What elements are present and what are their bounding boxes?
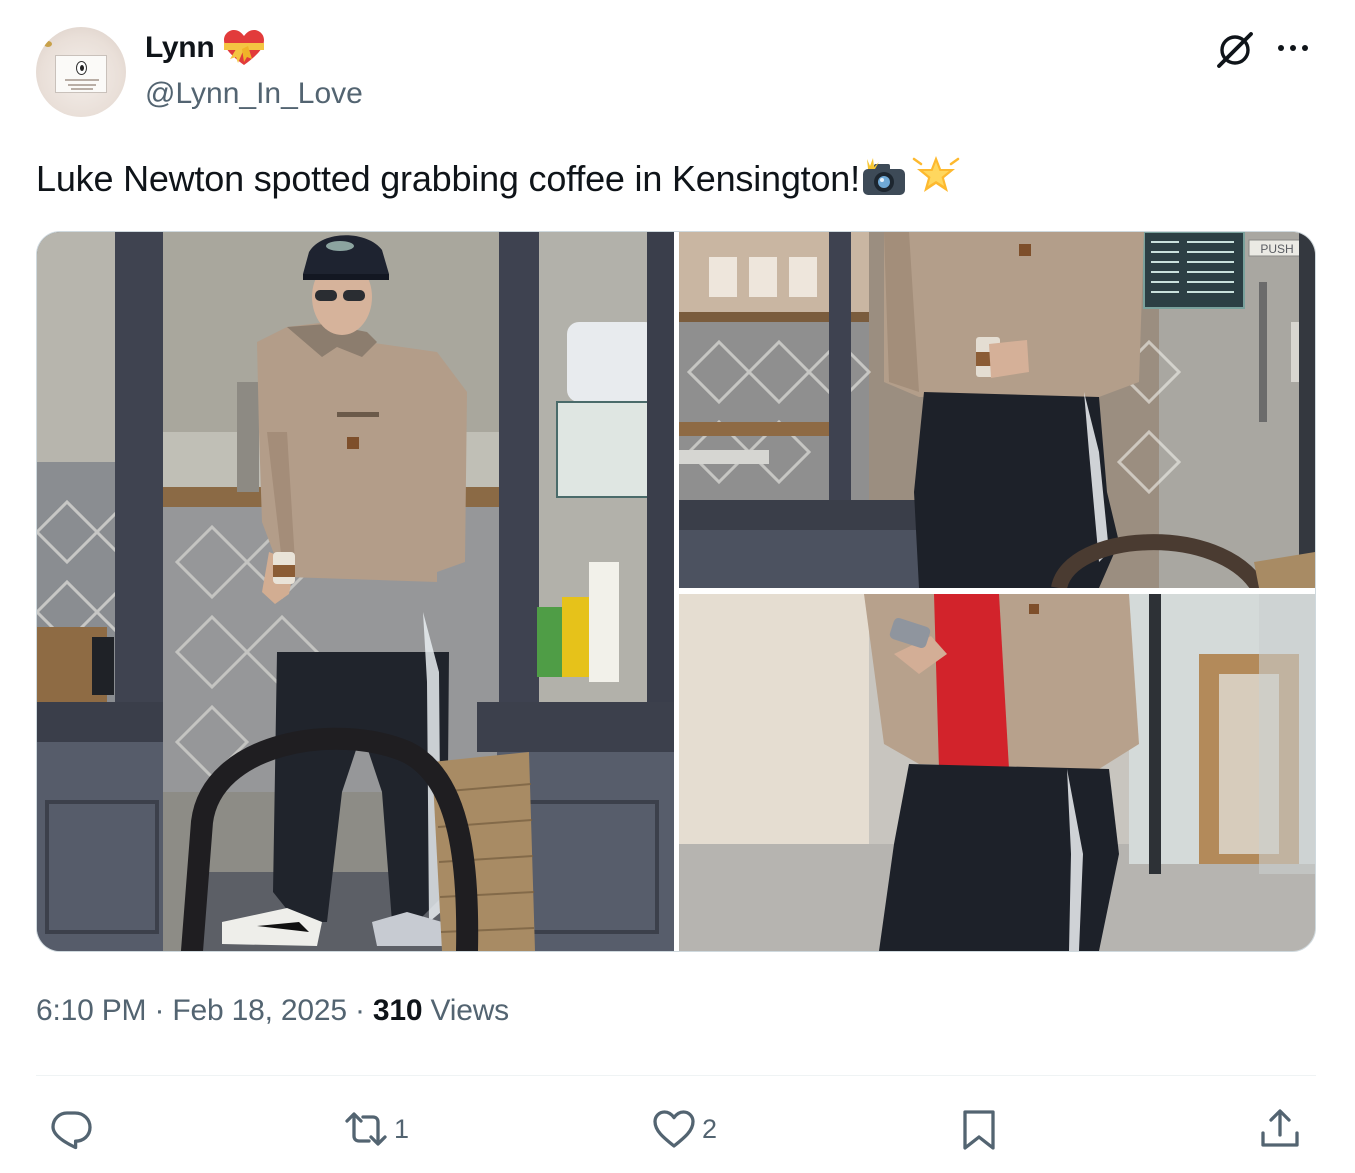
share-button[interactable] [1258,1104,1302,1154]
more-options-icon[interactable] [1278,45,1312,55]
tweet-text: Luke Newton spotted grabbing coffee in K… [36,153,960,202]
views-label: Views [430,994,509,1027]
like-count: 2 [702,1113,718,1144]
heart-with-ribbon-icon [224,30,264,65]
avatar[interactable] [36,27,126,117]
reply-icon [51,1111,92,1150]
tweet-date[interactable]: Feb 18, 2025 [172,994,347,1027]
user-handle[interactable]: @Lynn_In_Love [145,77,363,111]
avatar-card-image [55,55,107,93]
camera-with-flash-icon [862,158,905,195]
retweet-count: 1 [394,1113,410,1144]
bookmark-button[interactable] [957,1104,1001,1154]
reply-button[interactable] [49,1104,99,1154]
tweet-body: Luke Newton spotted grabbing coffee in K… [36,158,860,199]
bee-icon [44,41,52,47]
tweet-time[interactable]: 6:10 PM [36,994,147,1027]
like-button[interactable]: 2 [652,1104,717,1154]
glowing-star-icon [912,156,960,192]
push-sign: PUSH [1260,242,1293,256]
photo-man-leaving-cafe[interactable] [37,232,674,951]
views-count: 310 [372,994,423,1027]
divider [36,1075,1316,1076]
meta-separator: · [346,994,373,1027]
photo-man-holding-coffee-cup[interactable]: PUSH [679,232,1315,588]
share-icon [1261,1109,1299,1147]
user-display-name[interactable]: Lynn [145,31,215,65]
retweet-button[interactable]: 1 [344,1104,409,1154]
media-grid[interactable]: PUSH [36,231,1316,952]
heart-icon [653,1110,695,1148]
tweet-meta: 6:10 PM · Feb 18, 2025 · 310 Views [36,994,509,1028]
bookmark-icon [963,1110,995,1150]
retweet-icon [345,1112,387,1146]
grok-icon[interactable] [1214,29,1256,71]
photo-man-holding-phone[interactable] [679,594,1315,951]
meta-separator: · [146,994,173,1027]
